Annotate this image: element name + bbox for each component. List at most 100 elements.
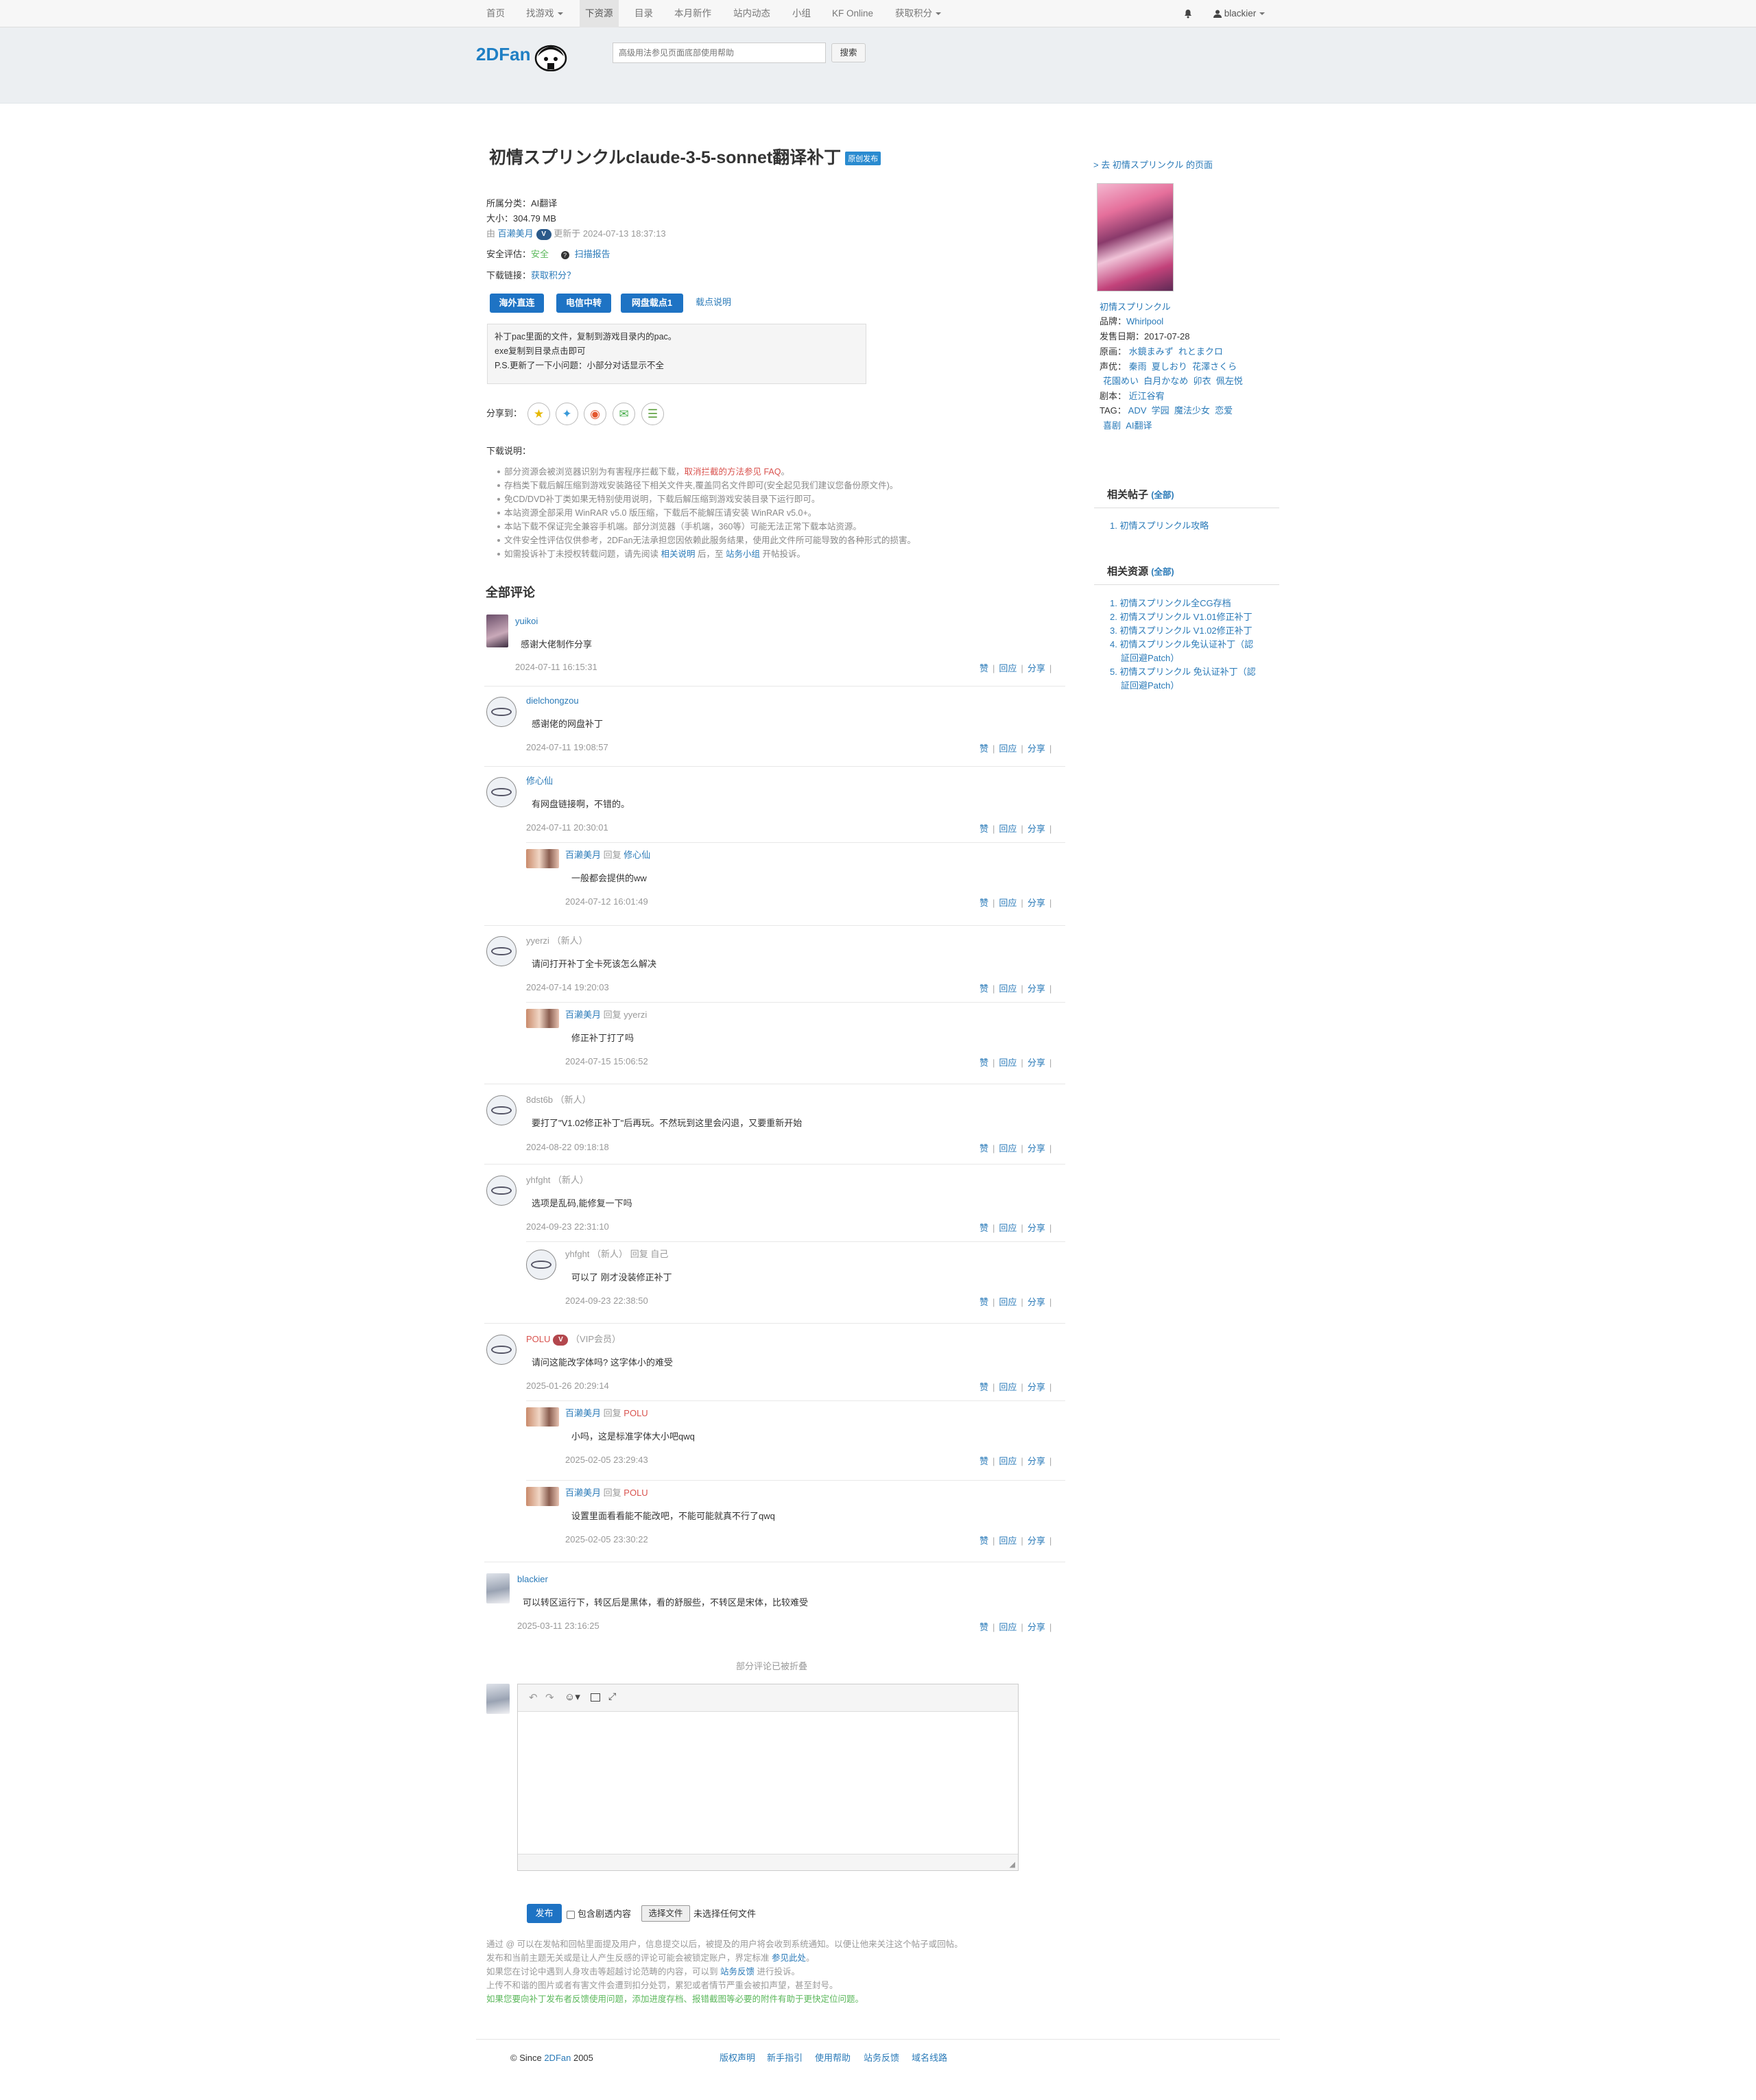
- avatar[interactable]: [526, 1487, 559, 1506]
- nav-downloads[interactable]: 下资源: [580, 0, 619, 27]
- comment-author[interactable]: 8dst6b: [526, 1095, 553, 1105]
- like-button[interactable]: 赞: [980, 824, 988, 834]
- reply-button[interactable]: 回应: [999, 1622, 1017, 1632]
- cv-link[interactable]: 秦雨: [1129, 361, 1147, 372]
- related-info-link[interactable]: 相关说明: [661, 549, 695, 559]
- reply-author[interactable]: yhfght: [565, 1249, 589, 1259]
- tag-link[interactable]: 魔法少女: [1174, 405, 1210, 416]
- notification-bell-icon[interactable]: [1184, 0, 1192, 27]
- reply-button[interactable]: 回应: [999, 1382, 1017, 1392]
- post-comment-button[interactable]: 发布: [527, 1904, 562, 1923]
- share-button[interactable]: 分享: [1028, 663, 1045, 673]
- tag-link[interactable]: 学园: [1152, 405, 1170, 416]
- footer-link-newbie[interactable]: 新手指引: [767, 2052, 803, 2064]
- comment-editor[interactable]: ↶ ↷ ☺▾ ⤢ ◢: [517, 1684, 1019, 1871]
- share-button[interactable]: 分享: [1028, 1223, 1045, 1233]
- comment-author[interactable]: POLU: [526, 1334, 550, 1344]
- comment-author[interactable]: 修心仙: [526, 775, 553, 787]
- like-button[interactable]: 赞: [980, 898, 988, 908]
- share-button[interactable]: 分享: [1028, 983, 1045, 994]
- related-resource-link[interactable]: 5. 初情スプリンクル 免认证补丁（認: [1110, 665, 1256, 678]
- download-netdisk-button[interactable]: 网盘载点1: [621, 294, 683, 313]
- avatar[interactable]: [486, 777, 517, 807]
- folded-comments-note[interactable]: 部分评论已被折叠: [736, 1660, 807, 1673]
- goto-game-page-link[interactable]: > 去 初情スプリンクル 的页面: [1093, 159, 1213, 171]
- cv-link[interactable]: 白月かなめ: [1143, 376, 1188, 386]
- comment-author[interactable]: yhfght: [526, 1175, 550, 1185]
- reply-button[interactable]: 回应: [999, 1536, 1017, 1546]
- artist-link[interactable]: れとまクロ: [1178, 346, 1223, 357]
- reply-target[interactable]: yyerzi: [624, 1010, 647, 1020]
- reply-button[interactable]: 回应: [999, 1058, 1017, 1068]
- like-button[interactable]: 赞: [980, 1058, 988, 1068]
- fullscreen-icon[interactable]: ⤢: [608, 1691, 616, 1702]
- like-button[interactable]: 赞: [980, 1622, 988, 1632]
- faq-link[interactable]: 取消拦截的方法参见 FAQ: [685, 467, 781, 477]
- like-button[interactable]: 赞: [980, 1223, 988, 1233]
- avatar[interactable]: [486, 1573, 510, 1603]
- comment-author[interactable]: dielchongzou: [526, 695, 579, 707]
- related-resource-link[interactable]: 4. 初情スプリンクル免认证补丁（認: [1110, 637, 1253, 650]
- share-favorite-icon[interactable]: ★: [527, 403, 550, 425]
- tag-link[interactable]: 恋爱: [1215, 405, 1233, 416]
- rules-link[interactable]: 参见此处: [772, 1953, 806, 1963]
- tag-link[interactable]: 喜剧: [1103, 420, 1121, 431]
- artist-link[interactable]: 水鏡まみず: [1129, 346, 1174, 357]
- related-resource-link-cont[interactable]: 証回避Patch）: [1121, 678, 1179, 691]
- nav-find-game[interactable]: 找游戏: [526, 0, 563, 27]
- avatar[interactable]: [486, 1335, 517, 1365]
- question-icon[interactable]: ?: [560, 250, 569, 259]
- reply-target[interactable]: POLU: [624, 1408, 648, 1418]
- redo-icon[interactable]: ↷: [545, 1691, 554, 1704]
- reply-button[interactable]: 回应: [999, 663, 1017, 673]
- feedback-link[interactable]: 站务反馈: [720, 1967, 755, 1977]
- nav-site-activity[interactable]: 站内动态: [733, 0, 770, 27]
- reply-target[interactable]: 修心仙: [624, 850, 650, 860]
- share-wechat-icon[interactable]: ✉: [613, 403, 635, 425]
- like-button[interactable]: 赞: [980, 1297, 988, 1307]
- nav-new-this-month[interactable]: 本月新作: [674, 0, 711, 27]
- site-logo[interactable]: 2DFan: [476, 44, 530, 65]
- cv-link[interactable]: 卯衣: [1194, 376, 1211, 386]
- share-button[interactable]: 分享: [1028, 824, 1045, 834]
- share-button[interactable]: 分享: [1028, 1382, 1045, 1392]
- footer-link-domains[interactable]: 域名线路: [912, 2052, 947, 2064]
- related-resource-link[interactable]: 3. 初情スプリンクル V1.02修正补丁: [1110, 623, 1253, 636]
- share-douban-icon[interactable]: ☰: [641, 403, 664, 425]
- like-button[interactable]: 赞: [980, 1143, 988, 1154]
- related-post-link[interactable]: 1. 初情スプリンクル攻略: [1110, 518, 1209, 532]
- choose-file-button[interactable]: 选择文件: [641, 1905, 690, 1922]
- nav-kf-online[interactable]: KF Online: [832, 0, 873, 27]
- avatar[interactable]: [526, 1250, 556, 1280]
- reply-button[interactable]: 回应: [999, 1223, 1017, 1233]
- nav-get-points[interactable]: 获取积分: [895, 0, 941, 27]
- image-icon[interactable]: [591, 1693, 600, 1702]
- like-button[interactable]: 赞: [980, 663, 988, 673]
- resize-handle-icon[interactable]: ◢: [1010, 1860, 1015, 1869]
- related-posts-all-link[interactable]: (全部): [1151, 490, 1174, 500]
- comment-author[interactable]: yyerzi: [526, 935, 549, 946]
- footer-link-copyright[interactable]: 版权声明: [720, 2052, 755, 2064]
- avatar[interactable]: [526, 849, 559, 868]
- search-button[interactable]: 搜索: [831, 43, 866, 62]
- download-overseas-button[interactable]: 海外直连: [490, 294, 544, 313]
- emoji-icon[interactable]: ☺▾: [565, 1691, 580, 1703]
- comment-author[interactable]: yuikoi: [515, 615, 538, 628]
- share-weibo-icon[interactable]: ◉: [584, 403, 606, 425]
- avatar[interactable]: [486, 697, 517, 727]
- admin-group-link[interactable]: 站务小组: [726, 549, 760, 559]
- footer-brand-link[interactable]: 2DFan: [544, 2053, 571, 2063]
- reply-author[interactable]: 百濑美月: [565, 1488, 601, 1498]
- reply-button[interactable]: 回应: [999, 1297, 1017, 1307]
- reply-author[interactable]: 百濑美月: [565, 850, 601, 860]
- cv-link[interactable]: 花園めい: [1103, 376, 1139, 386]
- brand-link[interactable]: Whirlpool: [1126, 316, 1163, 326]
- reply-button[interactable]: 回应: [999, 743, 1017, 754]
- tag-link[interactable]: ADV: [1128, 405, 1147, 416]
- writer-link[interactable]: 近江谷宥: [1129, 391, 1165, 401]
- avatar[interactable]: [486, 615, 508, 647]
- tag-link[interactable]: AI翻译: [1126, 420, 1152, 431]
- avatar[interactable]: [486, 1176, 517, 1206]
- reply-button[interactable]: 回应: [999, 1456, 1017, 1466]
- like-button[interactable]: 赞: [980, 983, 988, 994]
